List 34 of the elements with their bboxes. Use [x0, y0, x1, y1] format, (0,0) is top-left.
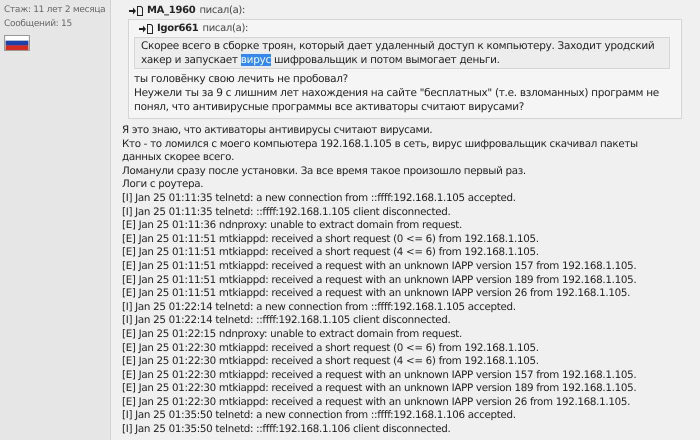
- post-text-line: [E] Jan 25 01:22:30 mtkiappd: received a short request (0 <= 6) from 192.168.1.105.: [122, 342, 540, 356]
- post-text-line: [E] Jan 25 01:11:51 mtkiappd: received a request with an unknown IAPP version 26 from 192.168.1.105.: [122, 287, 632, 301]
- post-text-line: Я это знаю, что активаторы антивирусы считают вирусами.: [122, 124, 434, 138]
- quote-author: MA_1960: [147, 4, 196, 18]
- post-text-line: [I] Jan 25 01:11:35 telnetd: ::ffff:192.168.1.105 client disconnected.: [122, 206, 452, 220]
- quote-verb: писал(а):: [202, 22, 248, 36]
- post-text-line: [E] Jan 25 01:11:51 mtkiappd: received a short request (4 <= 6) from 192.168.1.105.: [122, 246, 540, 260]
- post-text-line: [E] Jan 25 01:22:15 ndnproxy: unable to extract domain from request.: [122, 328, 464, 342]
- post-text-line: [E] Jan 25 01:11:51 mtkiappd: received a request with an unknown IAPP version 189 from 192.168.1.105.: [122, 274, 638, 288]
- post-text-line: [E] Jan 25 01:11:36 ndnproxy: unable to extract domain from request.: [122, 219, 464, 233]
- quote-text: Скорее всего в сборке троян, который дает удаленный доступ к компьютеру. Заходит уродский хакер и запускает вирус шифровальщик и потом вымогает деньги.: [141, 39, 656, 67]
- post-text-line: [I] Jan 25 01:35:50 telnetd: a new connection from ::ffff:192.168.1.106 accepted.: [122, 409, 517, 424]
- quote-verb: писал(а):: [199, 4, 246, 18]
- quote-link-icon[interactable]: [139, 24, 153, 34]
- post-text-line: [I] Jan 25 01:11:35 telnetd: a new connection from ::ffff:192.168.1.105 accepted.: [122, 192, 517, 206]
- post-text-line: [E] Jan 25 01:11:51 mtkiappd: received a short request (0 <= 6) from 192.168.1.105.: [122, 232, 540, 246]
- quote-paragraph: Неужели ты за 9 с лишним лет нахождения на сайте "бесплатных" (т.е. взломанных) программ не понял, что антивирусные программы все активаторы считают вирусами?: [134, 86, 660, 114]
- post-text-line: [E] Jan 25 01:22:30 mtkiappd: received a request with an unknown IAPP version 26 from 192.168.1.105.: [122, 396, 632, 410]
- post-text-line: [I] Jan 25 01:22:14 telnetd: ::ffff:192.168.1.105 client disconnected.: [122, 314, 452, 328]
- post-text-line: [E] Jan 25 01:22:30 mtkiappd: received a request with an unknown IAPP version 189 from 192.168.1.105.: [122, 382, 638, 396]
- post-text-line: [I] Jan 25 01:35:50 telnetd: ::ffff:192.168.1.106 client disconnected.: [122, 423, 452, 437]
- post-text-line: [I] Jan 25 01:22:14 telnetd: a new connection from ::ffff:192.168.1.105 accepted.: [122, 300, 517, 314]
- quote-link-icon[interactable]: [129, 6, 143, 16]
- post-text-line: [E] Jan 25 01:22:30 mtkiappd: received a request with an unknown IAPP version 157 from 192.168.1.105.: [122, 368, 638, 382]
- post-text-line: Кто - то ломился с моего компьютера 192.168.1.105 в сеть, вирус шифровальщик скачивал пакеты данных скорее всего.: [122, 138, 639, 165]
- post-text-line: [E] Jan 25 01:22:30 mtkiappd: received a short request (4 <= 6) from 192.168.1.105.: [122, 355, 540, 369]
- quote-paragraph: ты головёнку свою лечить не пробовал?: [134, 72, 349, 86]
- post-text-line: Логи с роутера.: [122, 178, 204, 192]
- author-stat: Стаж: 11 лет 2 месяца: [4, 4, 106, 17]
- quote-author: Igor661: [157, 22, 198, 36]
- flag-icon: [4, 35, 30, 51]
- post-text-line: [E] Jan 25 01:11:51 mtkiappd: received a request with an unknown IAPP version 157 from 192.168.1.105.: [122, 260, 638, 274]
- author-stat: Сообщений: 15: [4, 18, 73, 31]
- post-text-line: Ломанули сразу после установки. За все время такое произошло первый раз.: [122, 164, 527, 178]
